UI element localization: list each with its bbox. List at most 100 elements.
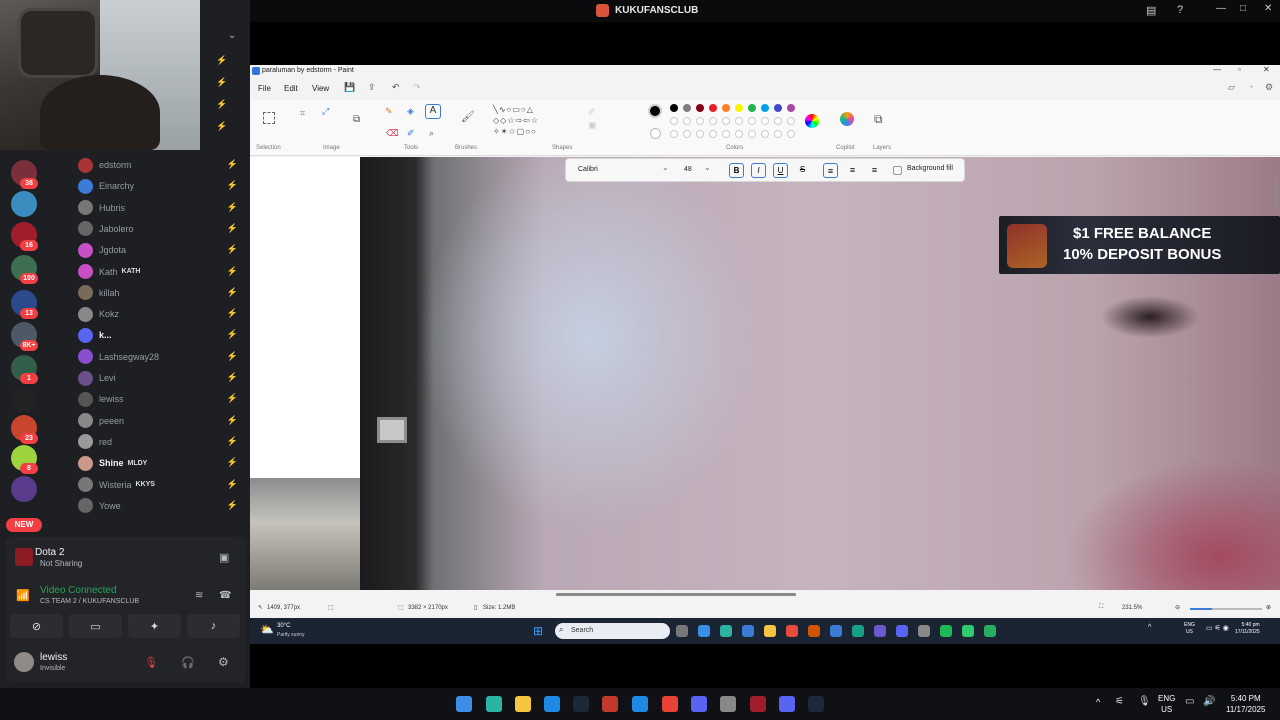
clock[interactable]: 5:40 PM 11/17/2025	[1226, 693, 1265, 715]
align-left-button[interactable]: ≡	[823, 163, 838, 178]
palette-empty-swatch[interactable]	[709, 130, 717, 138]
edge-icon[interactable]	[632, 696, 648, 712]
settings-icon[interactable]: ⚙	[1265, 82, 1273, 93]
server-icon[interactable]	[11, 191, 37, 217]
obs-icon[interactable]	[720, 696, 736, 712]
server-icon[interactable]	[11, 387, 37, 413]
camera-off-button[interactable]: ⊘	[10, 614, 63, 638]
soundboard-button[interactable]: ♪	[187, 614, 240, 638]
copilot-icon[interactable]	[486, 696, 502, 712]
minimize-icon[interactable]: —	[1216, 3, 1226, 14]
palette-swatch[interactable]	[774, 104, 782, 112]
palette-empty-swatch[interactable]	[761, 117, 769, 125]
inbox-icon[interactable]: ▤	[1146, 4, 1156, 17]
save-icon[interactable]: 💾	[344, 82, 355, 93]
windows-start-icon[interactable]	[456, 696, 472, 712]
magnifier-icon[interactable]: ⌕	[429, 128, 434, 139]
horizontal-scrollbar[interactable]	[556, 593, 796, 596]
chevron-down-icon[interactable]: ⌄	[228, 30, 236, 41]
inner-search-box[interactable]: Search	[555, 623, 670, 639]
start-icon[interactable]: ⊞	[533, 624, 543, 638]
member-item[interactable]: lewiss ⚡	[78, 389, 248, 409]
italic-button[interactable]: I	[751, 163, 766, 178]
inner-taskbar-app-icon[interactable]	[940, 625, 952, 637]
palette-empty-swatch[interactable]	[683, 117, 691, 125]
store-icon[interactable]	[544, 696, 560, 712]
gear-icon[interactable]: ⚙	[218, 655, 229, 669]
palette-empty-swatch[interactable]	[722, 130, 730, 138]
color2-swatch[interactable]	[650, 128, 661, 139]
inner-taskbar-app-icon[interactable]	[764, 625, 776, 637]
member-item[interactable]: Kath KATH ⚡	[78, 262, 248, 282]
palette-swatch[interactable]	[722, 104, 730, 112]
inner-taskbar-app-icon[interactable]	[786, 625, 798, 637]
palette-swatch[interactable]	[696, 104, 704, 112]
redo-icon[interactable]: ↷	[413, 82, 421, 93]
palette-empty-swatch[interactable]	[787, 117, 795, 125]
member-item[interactable]: Jabolero ⚡	[78, 219, 248, 239]
palette-empty-swatch[interactable]	[683, 130, 691, 138]
color-picker-icon[interactable]: ✐	[407, 128, 415, 139]
member-item[interactable]: Yowe ⚡	[78, 496, 248, 516]
menu-file[interactable]: File	[258, 84, 271, 93]
inner-taskbar-app-icon[interactable]	[896, 625, 908, 637]
tray-chevron-icon[interactable]: ^	[1096, 697, 1100, 707]
palette-empty-swatch[interactable]	[787, 130, 795, 138]
inner-clock[interactable]: 5:40 pm 17/11/2025	[1235, 622, 1260, 636]
inner-taskbar-app-icon[interactable]	[742, 625, 754, 637]
inner-language[interactable]: ENG US	[1184, 622, 1195, 636]
member-item[interactable]: Hubris ⚡	[78, 198, 248, 218]
fit-icon[interactable]: ⛶	[1099, 604, 1103, 611]
zoom-out-icon[interactable]: ⊖	[1175, 604, 1180, 611]
language-indicator[interactable]: ENG US	[1158, 693, 1175, 715]
inner-taskbar-app-icon[interactable]	[720, 625, 732, 637]
palette-empty-swatch[interactable]	[722, 117, 730, 125]
maximize-icon[interactable]: □	[1240, 3, 1246, 14]
palette-swatch[interactable]	[709, 104, 717, 112]
discord-icon[interactable]	[779, 696, 795, 712]
tray-app-icon[interactable]: ⚟	[1115, 696, 1124, 707]
member-item[interactable]: Kokz ⚡	[78, 304, 248, 324]
server-icon[interactable]	[11, 476, 37, 502]
palette-empty-swatch[interactable]	[670, 117, 678, 125]
member-item[interactable]: Jgdota ⚡	[78, 240, 248, 260]
ad-banner[interactable]: $1 FREE BALANCE 10% DEPOSIT BONUS	[999, 216, 1280, 274]
align-right-button[interactable]: ≡	[867, 163, 882, 178]
layers-icon[interactable]: ⧉	[874, 112, 883, 127]
steam-icon[interactable]	[573, 696, 589, 712]
palette-swatch[interactable]	[670, 104, 678, 112]
resize-icon[interactable]: ⤢	[322, 106, 329, 117]
palette-swatch[interactable]	[748, 104, 756, 112]
color1-swatch[interactable]	[648, 104, 662, 118]
screen-share-icon[interactable]: ▣	[219, 551, 229, 564]
inner-taskbar-app-icon[interactable]	[852, 625, 864, 637]
network-icon[interactable]: ▭	[1185, 696, 1194, 707]
voice-channel[interactable]: CS TEAM 2 / KUKUFANSCLUB	[40, 598, 139, 605]
palette-swatch[interactable]	[787, 104, 795, 112]
copilot-icon[interactable]	[840, 112, 854, 126]
member-item[interactable]: killah ⚡	[78, 283, 248, 303]
palette-swatch[interactable]	[761, 104, 769, 112]
share-icon[interactable]: ⇪	[368, 82, 376, 93]
align-center-button[interactable]: ≡	[845, 163, 860, 178]
inner-taskbar-app-icon[interactable]	[962, 625, 974, 637]
inner-taskbar-app-icon[interactable]	[808, 625, 820, 637]
member-item[interactable]: edstorm ⚡	[78, 155, 248, 175]
brushes-icon[interactable]: 🖌	[461, 110, 475, 123]
zoom-in-icon[interactable]: ⊕	[1266, 604, 1271, 611]
dota-icon[interactable]	[750, 696, 766, 712]
member-item[interactable]: Wisteria KKYS ⚡	[78, 475, 248, 495]
strikethrough-button[interactable]: S	[795, 163, 810, 178]
inner-tray-chevron-icon[interactable]: ^	[1148, 624, 1151, 631]
mic-icon[interactable]: 🎙	[1138, 696, 1151, 707]
volume-icon[interactable]: 🔊	[1203, 696, 1215, 707]
account-icon[interactable]: ◔	[1248, 82, 1253, 92]
paint-close-icon[interactable]: ✕	[1263, 65, 1270, 74]
disconnect-icon[interactable]: ☎	[219, 590, 231, 601]
font-select[interactable]: Calibri	[572, 163, 672, 177]
comment-icon[interactable]: ▱	[1228, 82, 1235, 93]
chrome-icon[interactable]	[662, 696, 678, 712]
steam-icon-2[interactable]	[808, 696, 824, 712]
palette-empty-swatch[interactable]	[748, 130, 756, 138]
select-icon[interactable]	[263, 112, 275, 124]
